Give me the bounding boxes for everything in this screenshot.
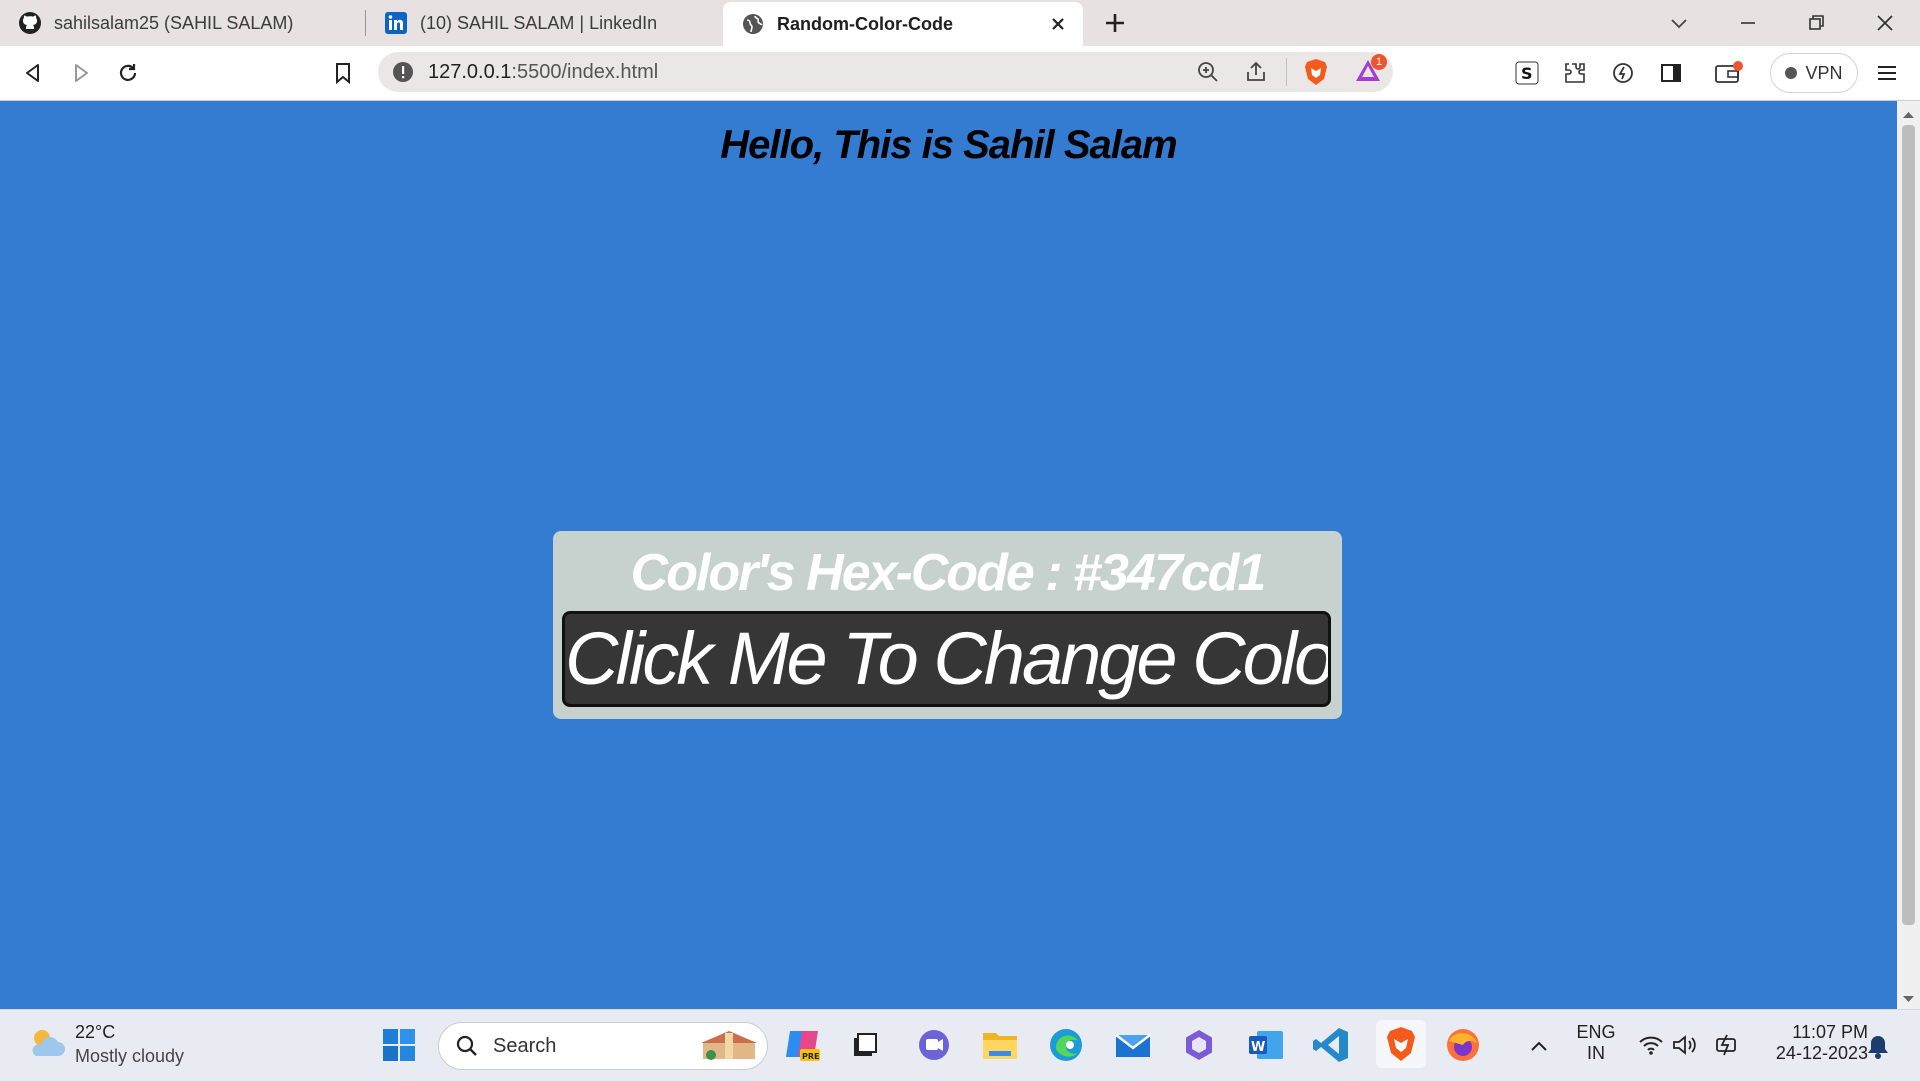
scroll-up-icon[interactable] — [1902, 107, 1915, 119]
url-text[interactable]: 127.0.0.1:5500/index.html — [428, 61, 658, 84]
share-icon[interactable] — [1244, 60, 1268, 84]
tab-label: Random-Color-Code — [777, 13, 953, 34]
brave-taskbar-icon[interactable] — [1376, 1020, 1426, 1068]
speedreader-icon[interactable] — [1608, 58, 1638, 88]
weather-temperature: 22°C — [75, 1022, 116, 1042]
search-placeholder: Search — [493, 1035, 557, 1057]
brave-shields-icon[interactable] — [1303, 58, 1329, 86]
browser-toolbar: 127.0.0.1:5500/index.html 1 S VPN — [0, 46, 1920, 101]
change-color-button[interactable]: Click Me To Change Color — [562, 611, 1331, 707]
scroll-down-icon[interactable] — [1902, 991, 1915, 1003]
page-scrollbar[interactable] — [1897, 101, 1920, 1009]
battery-charging-icon[interactable] — [1712, 1034, 1740, 1058]
restore-icon[interactable] — [1801, 8, 1831, 38]
color-card: Color's Hex-Code : #347cd1 Click Me To C… — [553, 531, 1342, 719]
wifi-icon[interactable] — [1638, 1034, 1664, 1058]
zoom-icon[interactable] — [1196, 60, 1220, 84]
windows-start-icon[interactable] — [378, 1024, 420, 1066]
extensions-icon[interactable] — [1560, 58, 1590, 88]
tray-chevron-up-icon[interactable] — [1528, 1036, 1550, 1056]
firefox-icon[interactable] — [1442, 1024, 1484, 1066]
hex-code-label: Color's Hex-Code : #347cd1 — [630, 544, 1267, 602]
linkedin-icon — [384, 11, 408, 35]
teams-chat-icon[interactable] — [913, 1024, 955, 1066]
url-divider — [1286, 58, 1287, 86]
reload-icon[interactable] — [113, 58, 143, 88]
task-view-icon[interactable] — [844, 1024, 886, 1066]
forward-icon[interactable] — [66, 58, 96, 88]
notification-bell-icon[interactable] — [1866, 1034, 1892, 1060]
menu-icon[interactable] — [1872, 58, 1902, 88]
vscode-icon[interactable] — [1310, 1024, 1352, 1066]
address-bar[interactable]: 127.0.0.1:5500/index.html 1 — [378, 52, 1393, 92]
language-code: ENG — [1576, 1022, 1616, 1042]
bookmark-icon[interactable] — [328, 58, 358, 88]
windows-taskbar: 22°C Mostly cloudy Search PRE W ENG IN 1… — [0, 1009, 1920, 1081]
file-explorer-icon[interactable] — [979, 1024, 1021, 1066]
close-tab-icon[interactable] — [1047, 13, 1069, 35]
mail-icon[interactable] — [1112, 1024, 1154, 1066]
vpn-status-icon — [1785, 67, 1798, 79]
sidebar-icon[interactable] — [1656, 58, 1686, 88]
url-host: 127.0.0.1 — [428, 61, 512, 83]
vpn-label: VPN — [1805, 62, 1843, 83]
svg-text:W: W — [1251, 1040, 1265, 1055]
page-title: Hello, This is Sahil Salam — [720, 123, 1177, 167]
weather-cloud-icon[interactable] — [26, 1024, 68, 1066]
svg-text:S: S — [1521, 64, 1533, 83]
tab-label: (10) SAHIL SALAM | LinkedIn — [420, 12, 658, 33]
new-tab-icon[interactable] — [1100, 8, 1130, 38]
tab-search-chevron-icon[interactable] — [1664, 8, 1694, 38]
github-icon — [18, 11, 42, 35]
vpn-button[interactable]: VPN — [1770, 53, 1858, 93]
tab-strip: sahilsalam25 (SAHIL SALAM) (10) SAHIL SA… — [0, 0, 1920, 46]
extension-s-icon[interactable]: S — [1512, 58, 1542, 88]
site-info-icon[interactable] — [392, 61, 414, 83]
clock-date: 24-12-2023 — [1775, 1043, 1868, 1063]
tab-github[interactable]: sahilsalam25 (SAHIL SALAM) — [0, 0, 365, 46]
clock-time: 11:07 PM — [1792, 1022, 1868, 1042]
volume-icon[interactable] — [1672, 1034, 1698, 1058]
language-indicator[interactable]: ENG IN — [1570, 1022, 1622, 1064]
copilot-icon[interactable]: PRE — [782, 1024, 824, 1066]
tab-random-color-code[interactable]: Random-Color-Code — [723, 2, 1083, 46]
back-icon[interactable] — [18, 58, 48, 88]
tab-linkedin[interactable]: (10) SAHIL SALAM | LinkedIn — [366, 0, 721, 46]
page-viewport: Hello, This is Sahil Salam Color's Hex-C… — [0, 101, 1897, 1009]
url-path: :5500/index.html — [511, 61, 659, 83]
taskbar-search[interactable]: Search — [438, 1022, 768, 1070]
weather-description: Mostly cloudy — [75, 1046, 185, 1066]
close-window-icon[interactable] — [1870, 8, 1900, 38]
edge-icon[interactable] — [1045, 1024, 1087, 1066]
search-icon — [455, 1034, 479, 1058]
brave-rewards-icon[interactable]: 1 — [1353, 54, 1387, 88]
rewards-badge: 1 — [1371, 54, 1387, 70]
region-code: IN — [1587, 1043, 1605, 1063]
scrollbar-thumb[interactable] — [1902, 125, 1915, 925]
clock[interactable]: 11:07 PM 24-12-2023 — [1756, 1022, 1868, 1064]
search-highlight-icon — [697, 1029, 761, 1063]
globe-icon — [741, 12, 765, 36]
word-icon[interactable]: W — [1245, 1024, 1287, 1066]
tab-label: sahilsalam25 (SAHIL SALAM) — [54, 12, 294, 33]
m365-icon[interactable] — [1178, 1024, 1220, 1066]
wallet-icon[interactable] — [1714, 58, 1744, 88]
minimize-icon[interactable] — [1733, 8, 1763, 38]
svg-text:PRE: PRE — [802, 1052, 820, 1061]
